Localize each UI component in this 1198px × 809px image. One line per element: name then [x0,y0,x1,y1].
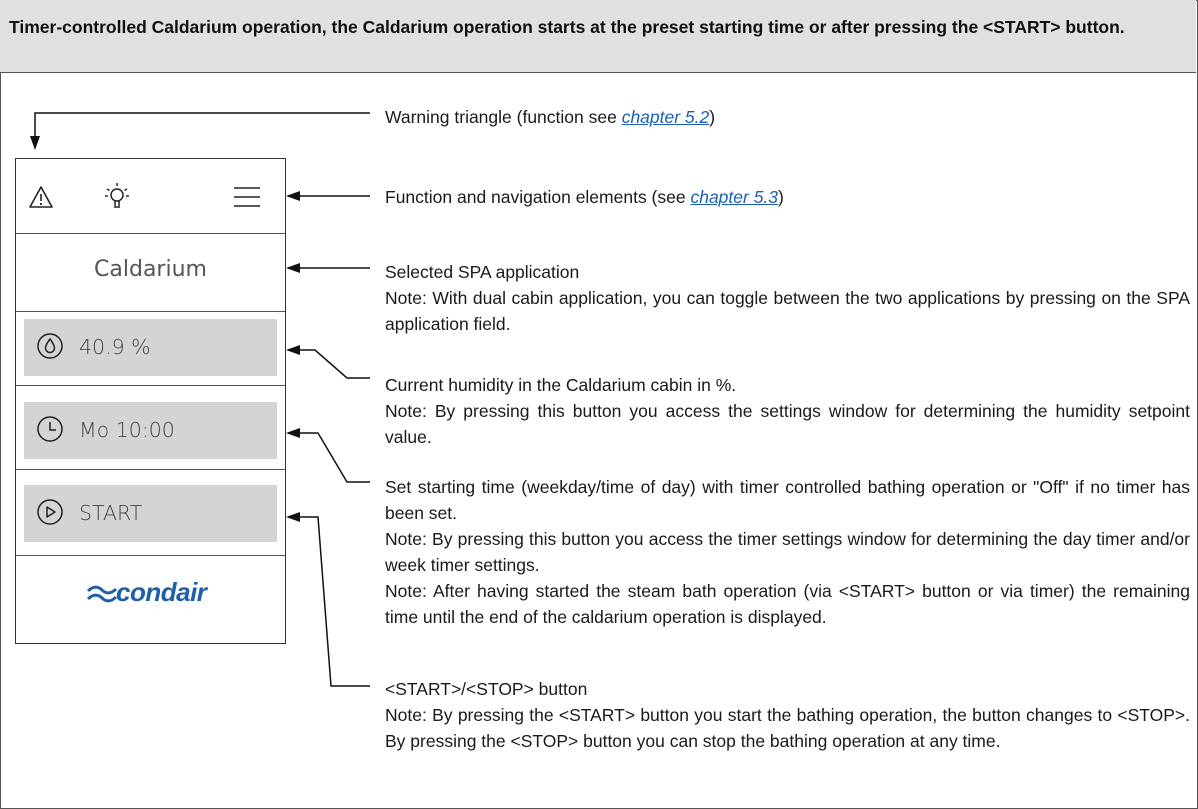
callout-warning [30,112,370,150]
divider [16,385,285,386]
play-icon [37,499,63,525]
desc-spa-app-note: Note: With dual cabin application, you c… [385,288,1190,334]
desc-warning-text: Warning triangle (function see [385,107,622,127]
warning-icon[interactable] [28,185,54,209]
callout-humidity [286,345,370,379]
desc-humidity: Current humidity in the Caldarium cabin … [385,372,1190,450]
chapter-5-2-link[interactable]: chapter 5.2 [622,107,710,127]
desc-function-nav-text: Function and navigation elements (see [385,187,691,207]
desc-warning-suffix: ) [709,107,716,127]
desc-start-time-title: Set starting time (weekday/time of day) … [385,477,1190,523]
wave-icon [86,585,118,603]
desc-humidity-title: Current humidity in the Caldarium cabin … [385,375,737,395]
desc-start-time: Set starting time (weekday/time of day) … [385,474,1190,630]
divider [16,311,285,312]
menu-icon[interactable] [233,185,261,209]
start-button-label: START [79,501,143,525]
condair-logo: condair [86,577,226,609]
light-bulb-icon[interactable] [104,181,130,211]
spa-application-field[interactable]: Caldarium [16,257,285,282]
desc-start-time-note2: Note: After having started the steam bat… [385,581,1190,627]
start-time-button[interactable]: Mo 10:00 [24,402,277,459]
divider [16,469,285,470]
chapter-5-3-link[interactable]: chapter 5.3 [690,187,778,207]
brand-name: condair [116,577,207,607]
desc-function-nav: Function and navigation elements (see ch… [385,184,784,210]
desc-start-stop: <START>/<STOP> button Note: By pressing … [385,676,1190,754]
desc-spa-app: Selected SPA application Note: With dual… [385,259,1190,337]
desc-function-nav-suffix: ) [778,187,784,207]
desc-warning: Warning triangle (function see chapter 5… [385,104,715,130]
clock-icon [37,416,63,442]
divider [16,233,285,234]
start-button[interactable]: START [24,485,277,542]
desc-start-stop-title: <START>/<STOP> button [385,679,588,699]
humidity-drop-icon [37,333,63,359]
device-display: Caldarium 40.9 % Mo 10:00 START condair [15,158,286,644]
desc-start-stop-note: Note: By pressing the <START> button you… [385,705,1190,751]
start-time-value: Mo 10:00 [79,418,175,442]
desc-spa-app-title: Selected SPA application [385,262,580,282]
desc-humidity-note: Note: By pressing this button you access… [385,401,1190,447]
callout-start-time [286,428,370,483]
desc-start-time-note1: Note: By pressing this button you access… [385,529,1190,575]
callout-start-stop [286,512,370,687]
humidity-button[interactable]: 40.9 % [24,319,277,376]
humidity-value: 40.9 % [79,335,151,359]
divider [16,555,285,556]
